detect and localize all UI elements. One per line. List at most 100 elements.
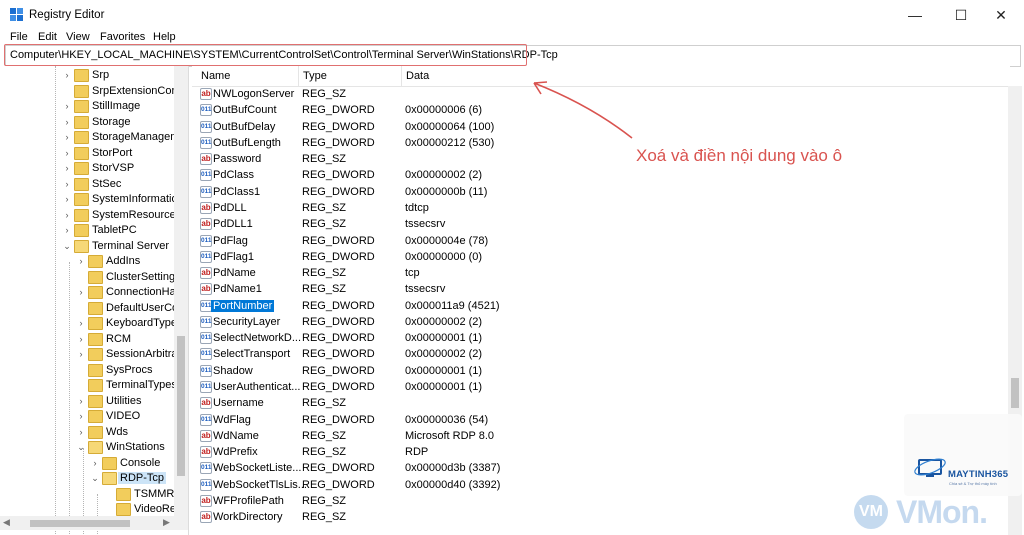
value-name: WorkDirectory (213, 511, 283, 524)
tree-item-label: AddIns (106, 255, 141, 267)
value-data: 0x00000001 (1) (405, 364, 483, 377)
registry-tree[interactable]: › Srp SrpExtensionConfi › StillImage › Storage… (0, 66, 189, 535)
menu-bar: File Edit View Favorites Help (0, 30, 1024, 45)
value-name: PdClass (213, 169, 254, 182)
value-row[interactable]: 011 PdFlag REG_DWORD 0x0000004e (78) (192, 234, 1010, 250)
value-name: SelectTransport (213, 348, 291, 361)
value-row[interactable]: 011 WdFlag REG_DWORD 0x00000036 (54) (192, 413, 1010, 429)
value-row[interactable]: 011 PortNumber REG_DWORD 0x000011a9 (4521) (192, 299, 1010, 315)
menu-help[interactable]: Help (153, 31, 176, 43)
chevron-right-icon[interactable]: › (62, 209, 72, 221)
tree-guide-line (69, 262, 70, 535)
value-row[interactable]: 011 WebSocketListe... REG_DWORD 0x00000d3b … (192, 461, 1010, 477)
value-row[interactable]: ab WdName REG_SZ Microsoft RDP 8.0 (192, 429, 1010, 445)
column-divider[interactable] (298, 66, 299, 86)
value-type: REG_DWORD (302, 413, 375, 426)
menu-favorites[interactable]: Favorites (100, 31, 145, 43)
watermark-vmon: VMon. (896, 494, 988, 530)
value-type: REG_SZ (302, 446, 347, 459)
value-data: 0x00000002 (2) (405, 348, 483, 361)
value-row[interactable]: 011 SelectTransport REG_DWORD 0x00000002 (2… (192, 347, 1010, 363)
chevron-right-icon[interactable]: › (76, 317, 86, 329)
chevron-down-icon[interactable]: ⌄ (62, 240, 72, 252)
value-name: WFProfilePath (213, 495, 284, 507)
tree-item-label: Terminal Server (92, 239, 170, 252)
folder-icon (88, 332, 103, 346)
menu-view[interactable]: View (66, 31, 90, 43)
string-value-icon: ab (200, 267, 212, 280)
chevron-right-icon[interactable]: › (76, 286, 86, 298)
chevron-right-icon[interactable]: › (62, 100, 72, 112)
value-row[interactable]: ab WdPrefix REG_SZ RDP (192, 445, 1010, 461)
close-button[interactable]: ✕ (978, 0, 1024, 30)
value-data: 0x00000001 (1) (405, 332, 483, 345)
chevron-right-icon[interactable]: › (76, 410, 86, 422)
chevron-down-icon[interactable]: ⌄ (90, 472, 100, 484)
tree-scroll-thumb[interactable] (177, 336, 185, 476)
value-row[interactable]: ab Username REG_SZ (192, 396, 1010, 412)
column-type[interactable]: Type (303, 70, 327, 82)
chevron-right-icon[interactable]: › (76, 426, 86, 438)
value-data: 0x000011a9 (4521) (405, 299, 500, 312)
chevron-down-icon[interactable]: ⌄ (76, 441, 86, 453)
column-divider[interactable] (401, 66, 402, 86)
value-row[interactable]: 011 Shadow REG_DWORD 0x00000001 (1) (192, 364, 1010, 380)
value-row[interactable]: ab Password REG_SZ (192, 152, 1010, 168)
chevron-right-icon[interactable]: › (76, 333, 86, 345)
binary-value-icon: 011 (200, 104, 212, 117)
menu-edit[interactable]: Edit (38, 31, 57, 43)
chevron-right-icon[interactable]: › (62, 131, 72, 143)
chevron-right-icon[interactable]: › (76, 395, 86, 407)
tree-item-label: ConnectionHar (106, 286, 180, 298)
scroll-right-icon[interactable]: ▶ (163, 517, 170, 528)
value-row[interactable]: ab PdName1 REG_SZ tssecsrv (192, 282, 1010, 298)
value-row[interactable]: 011 PdClass1 REG_DWORD 0x0000000b (11) (192, 185, 1010, 201)
chevron-right-icon[interactable]: › (62, 178, 72, 190)
folder-icon (116, 503, 131, 516)
string-value-icon: ab (200, 153, 212, 166)
value-row[interactable]: 011 PdClass REG_DWORD 0x00000002 (2) (192, 168, 1010, 184)
chevron-right-icon[interactable]: › (62, 224, 72, 236)
column-data[interactable]: Data (406, 70, 429, 82)
binary-value-icon: 011 (200, 332, 212, 345)
value-data: 0x00000001 (1) (405, 381, 483, 394)
value-data: 0x0000000b (11) (405, 185, 488, 198)
menu-file[interactable]: File (10, 31, 28, 43)
value-row[interactable]: ab PdDLL REG_SZ tdtcp (192, 201, 1010, 217)
value-row[interactable]: 011 SecurityLayer REG_DWORD 0x00000002 (2) (192, 315, 1010, 331)
column-name[interactable]: Name (201, 70, 230, 82)
value-row[interactable]: ab PdDLL1 REG_SZ tssecsrv (192, 217, 1010, 233)
binary-value-icon: 011 (200, 234, 212, 247)
folder-icon (74, 177, 89, 191)
chevron-right-icon[interactable]: › (62, 147, 72, 159)
value-type: REG_DWORD (302, 234, 375, 247)
tree-item-label: StorVSP (92, 162, 135, 174)
string-value-icon: ab (200, 397, 212, 410)
minimize-button[interactable]: — (892, 0, 938, 30)
value-name: WdPrefix (213, 446, 258, 459)
chevron-right-icon[interactable]: › (62, 116, 72, 128)
tree-item-label: StillImage (92, 100, 141, 112)
chevron-right-icon[interactable]: › (62, 162, 72, 174)
tree-hscroll-thumb[interactable] (30, 520, 130, 527)
value-type: REG_DWORD (302, 332, 375, 345)
scroll-left-icon[interactable]: ◀ (3, 517, 10, 528)
value-row[interactable]: 011 SelectNetworkD... REG_DWORD 0x00000001 … (192, 331, 1010, 347)
value-type: REG_DWORD (302, 169, 375, 182)
folder-icon (74, 84, 89, 98)
chevron-right-icon[interactable]: › (76, 255, 86, 267)
tree-horizontal-scrollbar[interactable]: ◀ ▶ (0, 516, 188, 530)
chevron-right-icon[interactable]: › (62, 193, 72, 205)
value-row[interactable]: 011 PdFlag1 REG_DWORD 0x00000000 (0) (192, 250, 1010, 266)
chevron-right-icon[interactable]: › (62, 69, 72, 81)
chevron-right-icon[interactable]: › (76, 348, 86, 360)
string-value-icon: ab (200, 201, 212, 214)
value-row[interactable]: 011 WebSocketTlsLis... REG_DWORD 0x00000d40… (192, 478, 1010, 494)
value-row[interactable]: 011 UserAuthenticat... REG_DWORD 0x00000001… (192, 380, 1010, 396)
chevron-right-icon[interactable]: › (90, 457, 100, 469)
value-row[interactable]: ab PdName REG_SZ tcp (192, 266, 1010, 282)
list-scroll-thumb[interactable] (1011, 378, 1019, 408)
watermark-brand: MAYTINH365 (948, 469, 1009, 480)
binary-value-icon: 011 (200, 348, 212, 361)
tree-vertical-scrollbar[interactable] (174, 66, 188, 516)
